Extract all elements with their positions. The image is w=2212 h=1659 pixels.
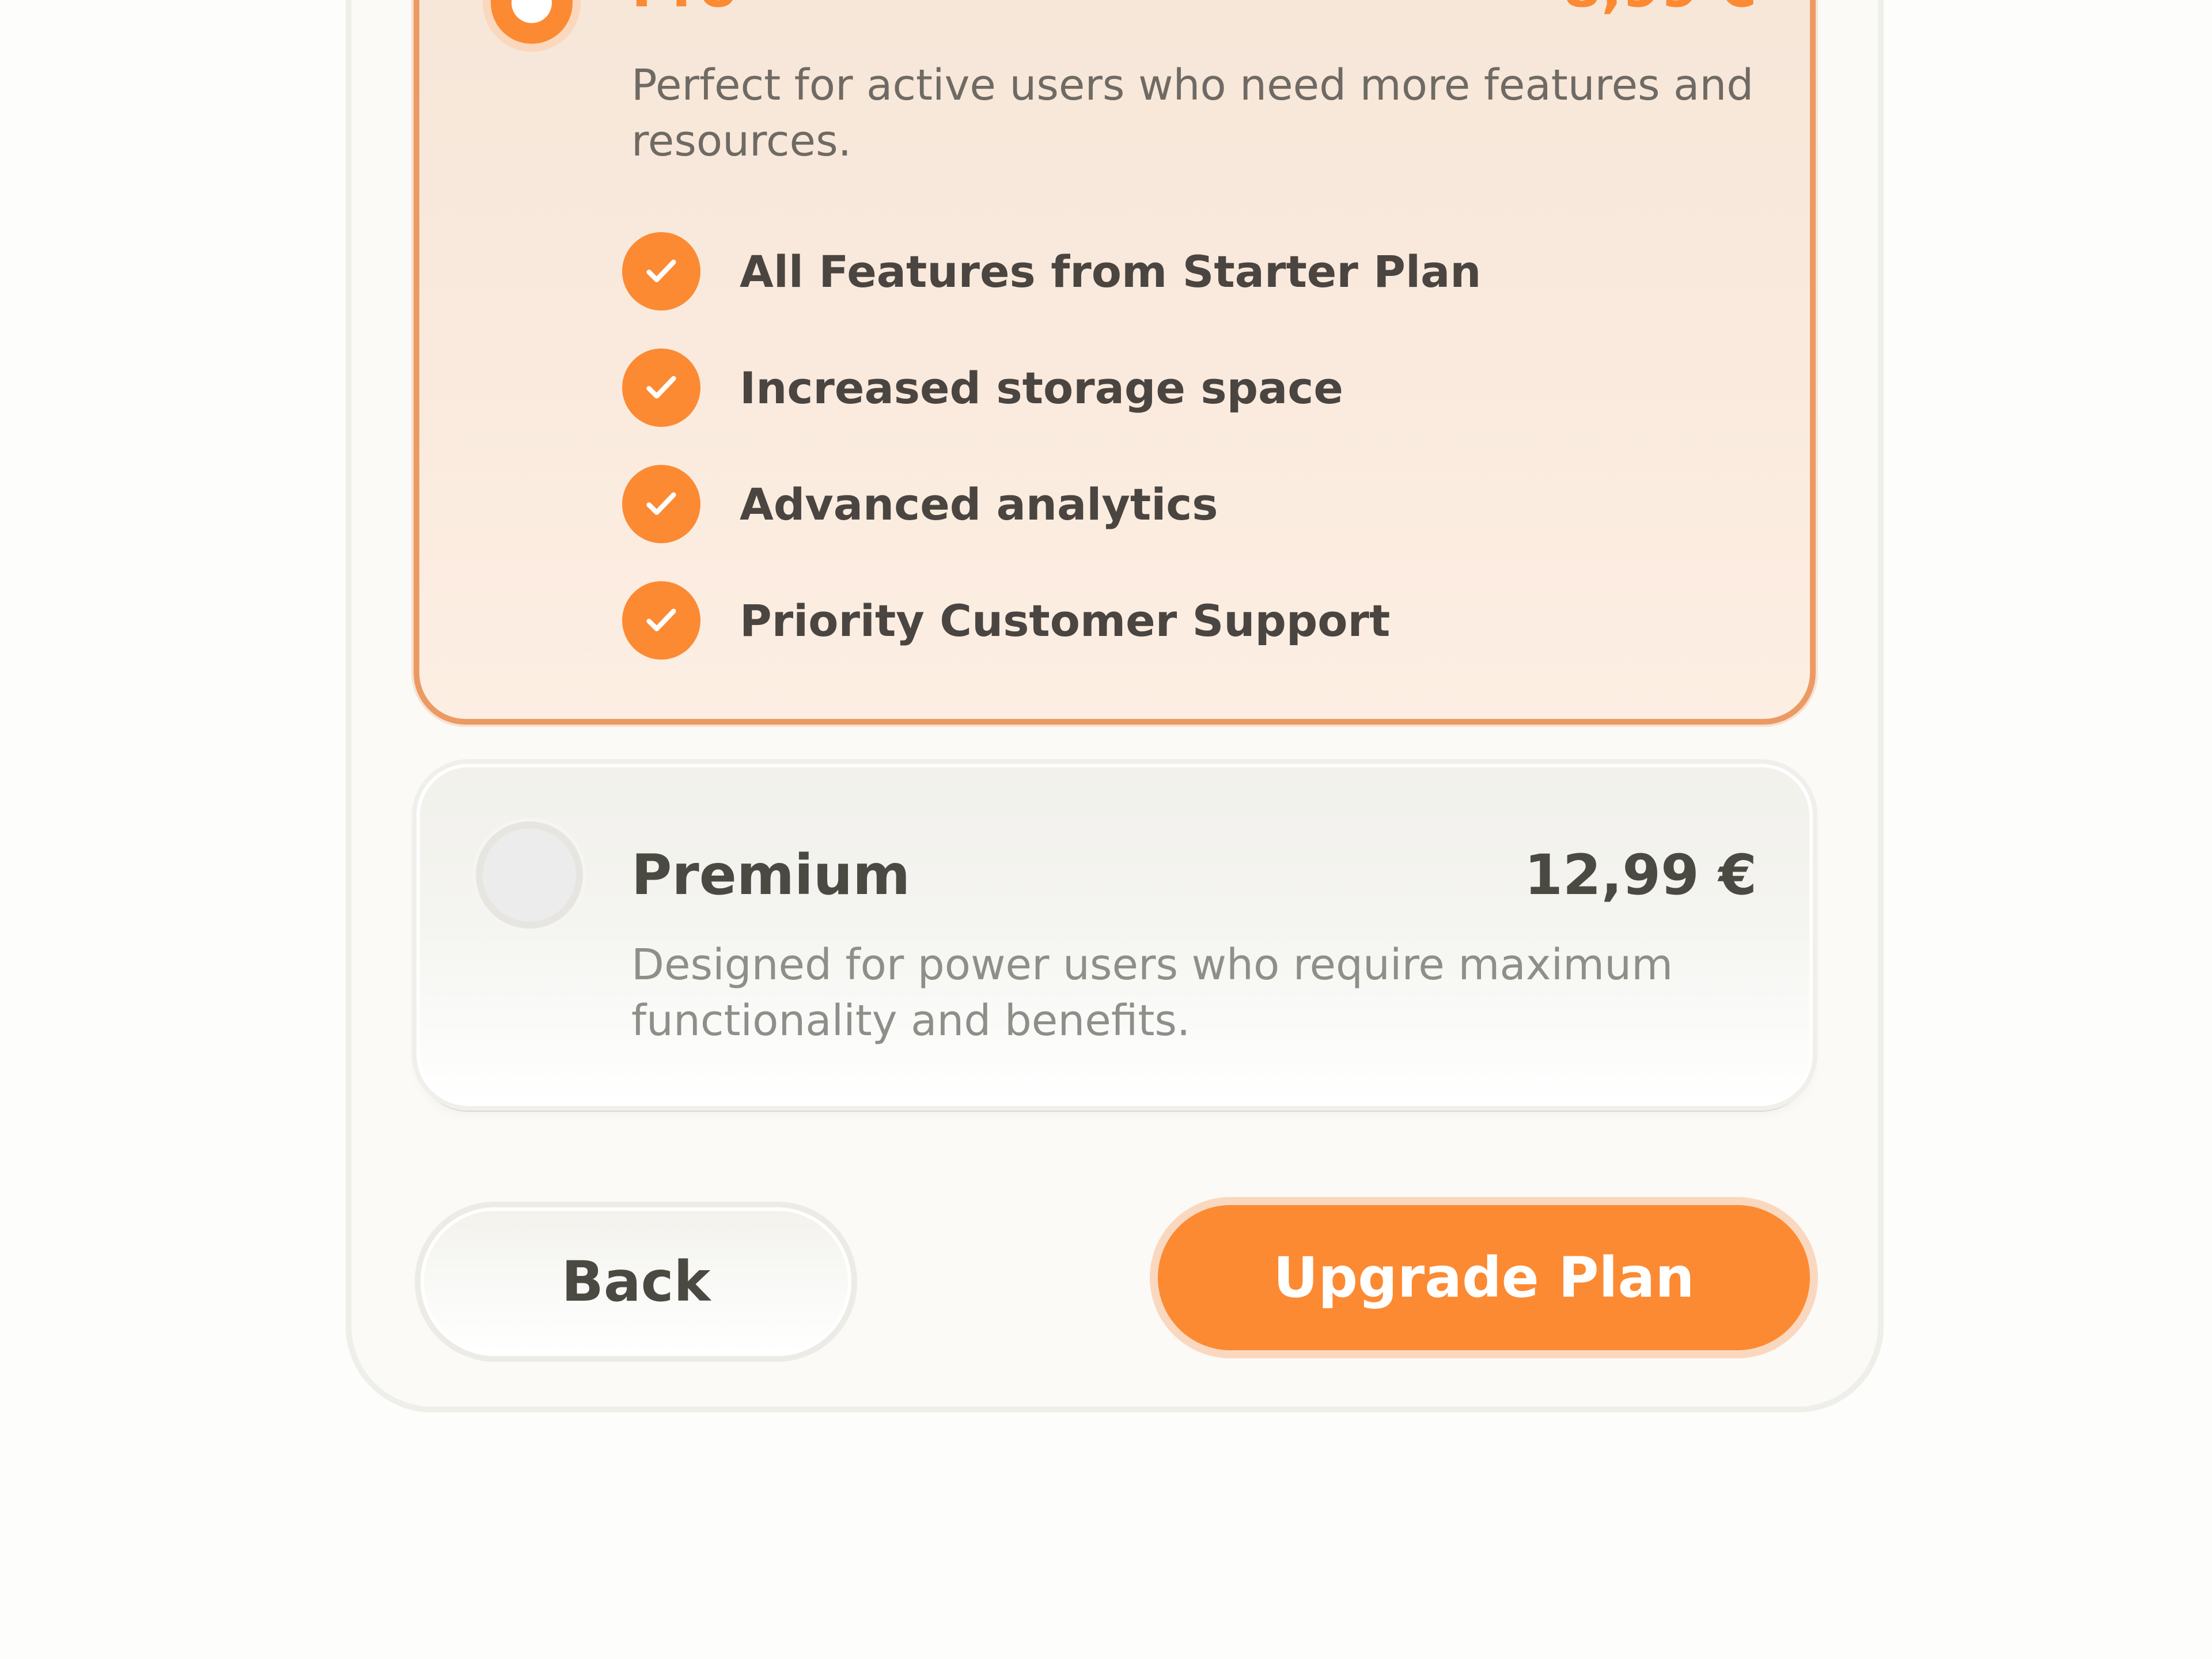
plan-name-pro: Pro (631, 0, 737, 20)
feature-label: Advanced analytics (740, 478, 1218, 530)
plan-price-premium: 12,99 € (1524, 843, 1757, 907)
plan-description-premium-line1: Designed for power users who require max… (631, 940, 1673, 990)
feature-label: Increased storage space (740, 362, 1343, 414)
check-icon (622, 465, 700, 543)
radio-unselected-icon[interactable] (476, 821, 583, 929)
feature-label: Priority Customer Support (740, 594, 1391, 646)
check-icon (622, 232, 700, 310)
plan-description-pro-line1: Perfect for active users who need more f… (631, 60, 1754, 110)
plan-card-premium[interactable] (416, 764, 1813, 1106)
plan-price-pro: 8,99 € (1563, 0, 1757, 20)
feature-item: All Features from Starter Plan (622, 232, 1481, 310)
upgrade-plan-button[interactable]: Upgrade Plan (1158, 1205, 1810, 1350)
feature-item: Priority Customer Support (622, 581, 1390, 660)
feature-label: All Features from Starter Plan (740, 245, 1482, 297)
plan-description-pro-line2: resources. (631, 116, 852, 166)
back-button[interactable]: Back (421, 1207, 851, 1356)
plan-description-premium-line2: functionality and benefits. (631, 996, 1191, 1046)
check-icon (622, 581, 700, 660)
feature-item: Increased storage space (622, 349, 1343, 427)
feature-item: Advanced analytics (622, 465, 1218, 543)
check-icon (622, 349, 700, 427)
plan-name-premium: Premium (631, 843, 911, 907)
